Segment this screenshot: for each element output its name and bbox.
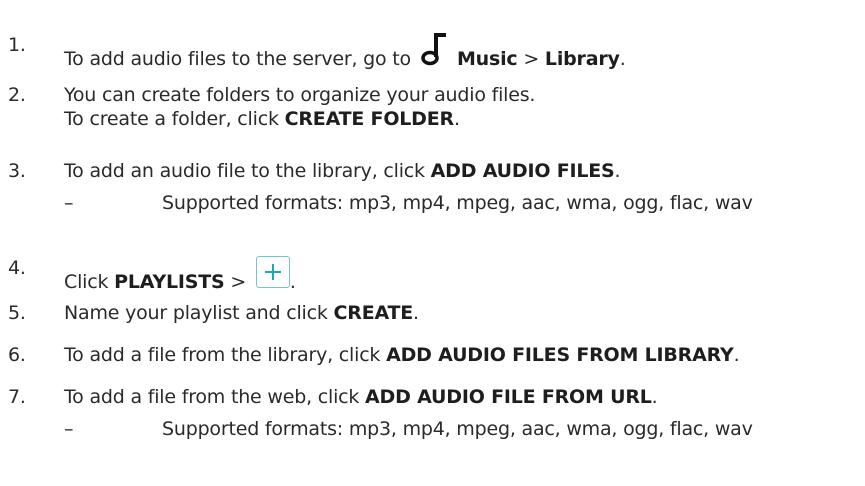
step-text-end: . [453, 108, 460, 130]
step-text-end: . [733, 344, 740, 366]
step-text-part: To create a folder, click [64, 108, 285, 130]
add-audio-files-from-library-label: ADD AUDIO FILES FROM LIBRARY [386, 344, 734, 366]
breadcrumb-separator: > [517, 48, 545, 70]
menu-library: Library [544, 48, 620, 70]
step-number: 6. [8, 344, 26, 366]
step-text: To add a file from the web, click ADD AU… [64, 385, 658, 409]
step-text: To add audio files to the server, go to M… [64, 33, 626, 71]
step-text: To add a file from the library, click AD… [64, 343, 740, 367]
step-number: 3. [8, 160, 26, 182]
step-text-part: To add an audio file to the library, cli… [64, 160, 431, 182]
step-text: You can create folders to organize your … [64, 84, 536, 106]
music-note-icon [419, 33, 447, 67]
supported-formats-text: Supported formats: mp3, mp4, mpeg, aac, … [162, 418, 753, 440]
step-text-part: To add audio files to the server, go to [64, 48, 411, 70]
plus-icon [255, 256, 290, 288]
add-audio-files-label: ADD AUDIO FILES [430, 160, 615, 182]
add-audio-file-from-url-label: ADD AUDIO FILE FROM URL [365, 386, 652, 408]
step-text-end: . [614, 160, 621, 182]
step-number: 4. [8, 257, 26, 279]
step-text: To add an audio file to the library, cli… [64, 159, 621, 183]
step-text-part: Name your playlist and click [64, 302, 334, 324]
instruction-document: 1. To add audio files to the server, go … [0, 0, 865, 486]
create-folder-label: CREATE FOLDER [284, 108, 455, 130]
playlists-label: PLAYLISTS [114, 271, 225, 293]
step-number: 7. [8, 386, 26, 408]
step-text-end: . [413, 302, 419, 324]
step-text: Click PLAYLISTS > . [64, 256, 296, 294]
step-text-end: . [651, 386, 658, 408]
step-text-end: . [619, 48, 626, 70]
step-number: 5. [8, 302, 26, 324]
step-number: 1. [8, 34, 26, 56]
step-text: To create a folder, click CREATE FOLDER. [64, 107, 460, 131]
bullet-dash: – [64, 192, 74, 214]
menu-music: Music [456, 48, 518, 70]
step-text-part: To add a file from the web, click [64, 386, 366, 408]
step-text: Name your playlist and click CREATE. [64, 301, 419, 325]
step-text-part: Click [64, 271, 115, 293]
step-number: 2. [8, 84, 26, 106]
supported-formats-text: Supported formats: mp3, mp4, mpeg, aac, … [162, 192, 753, 214]
breadcrumb-separator: > [224, 271, 252, 293]
bullet-dash: – [64, 418, 74, 440]
create-label: CREATE [333, 302, 414, 324]
step-text-end: . [289, 271, 296, 293]
step-text-part: To add a file from the library, click [64, 344, 387, 366]
